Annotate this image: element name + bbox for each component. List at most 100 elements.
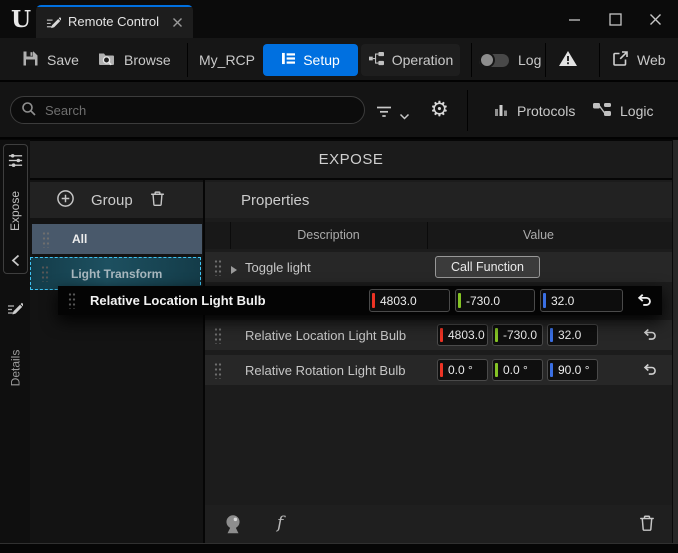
dragged-property-row[interactable]: Relative Location Light Bulb 4803.0 -730…	[58, 286, 662, 315]
drag-handle[interactable]	[214, 362, 222, 379]
delete-property-trash-icon[interactable]	[638, 514, 656, 535]
logic-nodes-icon	[592, 102, 612, 120]
details-pencil-icon	[0, 300, 30, 316]
remote-control-pencil-icon	[46, 15, 61, 33]
reset-to-default-icon[interactable]	[642, 363, 658, 377]
location-x-value: 4803.0	[448, 328, 485, 342]
drag-handle[interactable]	[214, 259, 222, 276]
preset-name-label: My_RCP	[199, 38, 255, 82]
sidebar-item-expose[interactable]: Expose	[4, 175, 27, 247]
group-item-all[interactable]: All	[32, 224, 202, 254]
dragged-location-z-field[interactable]: 32.0	[540, 289, 623, 312]
axis-z-bar	[550, 328, 553, 342]
filter-chevron-down-icon[interactable]	[399, 109, 410, 124]
drag-handle[interactable]	[68, 292, 76, 309]
rotation-pitch-field[interactable]: 0.0 °	[492, 359, 543, 381]
dragged-property-description: Relative Location Light Bulb	[90, 293, 266, 308]
logic-button[interactable]: Logic	[592, 82, 653, 139]
window-close-button[interactable]	[642, 7, 668, 31]
tab-remote-control[interactable]: Remote Control	[36, 5, 193, 38]
warnings-button[interactable]	[558, 38, 578, 82]
property-row-relative-rotation[interactable]: Relative Rotation Light Bulb 0.0 ° 0.0 °…	[205, 355, 672, 385]
log-toggle-switch[interactable]	[479, 54, 509, 67]
web-label: Web	[637, 52, 666, 68]
expose-actor-orb-icon[interactable]	[221, 512, 245, 539]
axis-x-bar	[440, 363, 443, 377]
property-row-toggle-light[interactable]: Toggle light Call Function	[205, 252, 672, 282]
expose-function-icon[interactable]: f	[277, 513, 283, 533]
setup-tab-button[interactable]: Setup	[263, 44, 358, 76]
column-header-description: Description	[230, 228, 427, 242]
axis-y-bar	[495, 363, 498, 377]
location-z-field[interactable]: 32.0	[547, 324, 598, 346]
add-group-button[interactable]	[56, 189, 75, 211]
dragged-location-y-field[interactable]: -730.0	[455, 289, 535, 312]
external-link-icon	[612, 50, 629, 70]
operation-label: Operation	[392, 52, 453, 68]
rotation-yaw-field[interactable]: 90.0 °	[547, 359, 598, 381]
tab-close-icon[interactable]	[172, 16, 184, 28]
filter-bar: ⚙ Protocols Logic	[0, 82, 678, 139]
group-light-transform-label: Light Transform	[71, 267, 162, 281]
dragged-x-value: 4803.0	[380, 294, 417, 308]
tab-active-accent	[36, 5, 193, 7]
filterbar-separator	[467, 90, 468, 131]
filter-funnel-icon[interactable]	[376, 106, 392, 121]
toolbar-separator	[187, 43, 188, 77]
sidebar-item-details[interactable]: Details	[0, 328, 30, 408]
properties-table-header: Description Value	[205, 222, 672, 249]
expose-tab-label: Expose	[9, 191, 23, 231]
toolbar-separator	[545, 43, 546, 77]
settings-gear-icon[interactable]: ⚙	[430, 99, 449, 120]
expose-title: EXPOSE	[319, 151, 384, 168]
window-minimize-button[interactable]	[561, 7, 587, 31]
save-label: Save	[47, 52, 79, 68]
collapse-chevron-left-icon[interactable]	[4, 254, 27, 267]
operation-tab-button[interactable]: Operation	[361, 44, 460, 76]
properties-footer-bar: f	[205, 505, 672, 543]
expose-panel-header: EXPOSE	[30, 141, 672, 178]
rotation-roll-field[interactable]: 0.0 °	[437, 359, 488, 381]
browse-label: Browse	[124, 52, 171, 68]
search-icon	[21, 101, 37, 120]
dragged-location-x-field[interactable]: 4803.0	[369, 289, 450, 312]
drag-handle[interactable]	[42, 231, 50, 248]
search-input[interactable]	[45, 103, 354, 118]
reset-to-default-icon[interactable]	[636, 293, 652, 307]
setup-label: Setup	[303, 52, 340, 68]
group-all-label: All	[72, 232, 87, 246]
dragged-y-value: -730.0	[466, 294, 500, 308]
window-maximize-button[interactable]	[602, 7, 628, 31]
details-tab-label: Details	[8, 350, 22, 387]
preset-name-text: My_RCP	[199, 52, 255, 68]
property-row-relative-location[interactable]: Relative Location Light Bulb 4803.0 -730…	[205, 320, 672, 350]
call-function-label: Call Function	[451, 260, 524, 274]
expand-arrow-icon[interactable]	[230, 263, 238, 278]
group-panel-header: Group	[30, 182, 203, 218]
column-header-value: Value	[427, 228, 650, 242]
group-panel: Group All Light Transform	[30, 180, 203, 543]
delete-group-button[interactable]	[149, 190, 166, 210]
search-box[interactable]	[10, 96, 365, 124]
property-description: Relative Rotation Light Bulb	[245, 363, 405, 378]
call-function-button[interactable]: Call Function	[435, 256, 540, 278]
save-floppy-icon	[22, 50, 39, 70]
location-y-field[interactable]: -730.0	[492, 324, 543, 346]
location-x-field[interactable]: 4803.0	[437, 324, 488, 346]
save-button[interactable]: Save	[22, 38, 79, 82]
web-button[interactable]: Web	[612, 38, 666, 82]
group-header-label: Group	[91, 192, 133, 209]
reset-to-default-icon[interactable]	[642, 328, 658, 342]
scrollbar-gutter[interactable]	[672, 140, 678, 543]
protocols-button[interactable]: Protocols	[493, 82, 575, 139]
tab-title: Remote Control	[68, 14, 159, 29]
side-tab-strip: Expose Details	[0, 140, 30, 543]
drag-handle[interactable]	[41, 265, 49, 282]
operation-nodes-icon	[368, 51, 385, 69]
properties-title: Properties	[241, 192, 309, 209]
browse-button[interactable]: Browse	[98, 38, 171, 82]
property-description: Toggle light	[245, 260, 311, 275]
expose-drawer-tab[interactable]: Expose	[3, 144, 28, 274]
drag-handle[interactable]	[214, 327, 222, 344]
rotation-roll-value: 0.0 °	[448, 363, 473, 377]
